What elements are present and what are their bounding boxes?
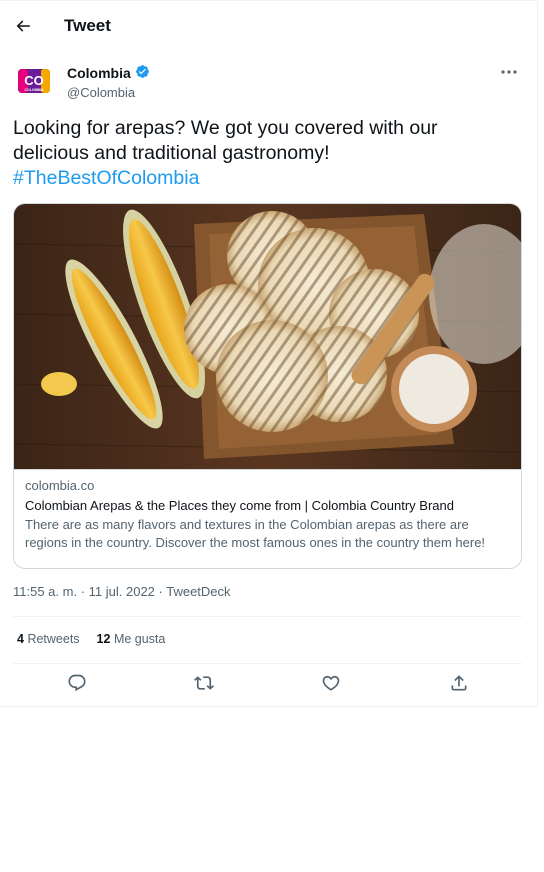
meta-separator: · xyxy=(77,584,89,599)
svg-text:COLOMBIA: COLOMBIA xyxy=(24,88,44,92)
likes-label: Me gusta xyxy=(113,632,166,646)
card-description: There are as many flavors and textures i… xyxy=(25,517,486,550)
hashtag-link[interactable]: #TheBestOfColombia xyxy=(13,166,507,191)
share-icon[interactable] xyxy=(448,672,470,694)
author-display-name[interactable]: Colombia xyxy=(67,64,150,82)
tweet-source[interactable]: TweetDeck xyxy=(166,584,230,599)
retweet-icon[interactable] xyxy=(193,672,215,694)
tweet-body: Looking for arepas? We got you covered w… xyxy=(13,117,438,164)
tweet-stats: 4 Retweets 12 Me gusta xyxy=(17,632,165,646)
tweet-column: Tweet CO COLOMBIA Colombia @Colombia Loo… xyxy=(0,0,538,707)
back-arrow-icon[interactable] xyxy=(13,16,33,36)
tweet-text: Looking for arepas? We got you covered w… xyxy=(0,110,520,191)
retweets-label: Retweets xyxy=(27,632,80,646)
tweet-time[interactable]: 11:55 a. m. xyxy=(13,584,77,599)
meta-separator: · xyxy=(154,584,167,599)
tweet-author: CO COLOMBIA Colombia @Colombia xyxy=(0,50,537,110)
svg-text:CO: CO xyxy=(24,73,44,88)
colombia-logo-icon: CO COLOMBIA xyxy=(18,69,50,93)
arepas-photo xyxy=(14,204,521,469)
like-icon[interactable] xyxy=(320,672,342,694)
author-handle[interactable]: @Colombia xyxy=(67,85,150,100)
tweet-meta: 11:55 a. m. · 11 jul. 2022 · TweetDeck xyxy=(13,584,231,599)
divider xyxy=(13,663,522,664)
card-domain: colombia.co xyxy=(25,478,95,493)
page-title: Tweet xyxy=(64,15,111,35)
avatar[interactable]: CO COLOMBIA xyxy=(13,60,55,102)
reply-icon[interactable] xyxy=(66,672,88,694)
author-name-text: Colombia xyxy=(67,65,131,81)
divider xyxy=(13,616,522,617)
tweet-date[interactable]: 11 jul. 2022 xyxy=(89,584,155,599)
top-bar: Tweet xyxy=(0,0,537,50)
retweets-count: 4 xyxy=(17,632,24,646)
card-title: Colombian Arepas & the Places they come … xyxy=(25,498,454,513)
verified-badge-icon xyxy=(135,64,150,82)
likes-count: 12 xyxy=(96,632,111,646)
link-card[interactable]: colombia.co Colombian Arepas & the Place… xyxy=(13,203,522,569)
likes-stat[interactable]: 12 Me gusta xyxy=(97,632,166,646)
retweets-stat[interactable]: 4 Retweets xyxy=(17,632,80,646)
card-body: colombia.co Colombian Arepas & the Place… xyxy=(14,469,521,560)
more-icon[interactable] xyxy=(499,64,519,80)
